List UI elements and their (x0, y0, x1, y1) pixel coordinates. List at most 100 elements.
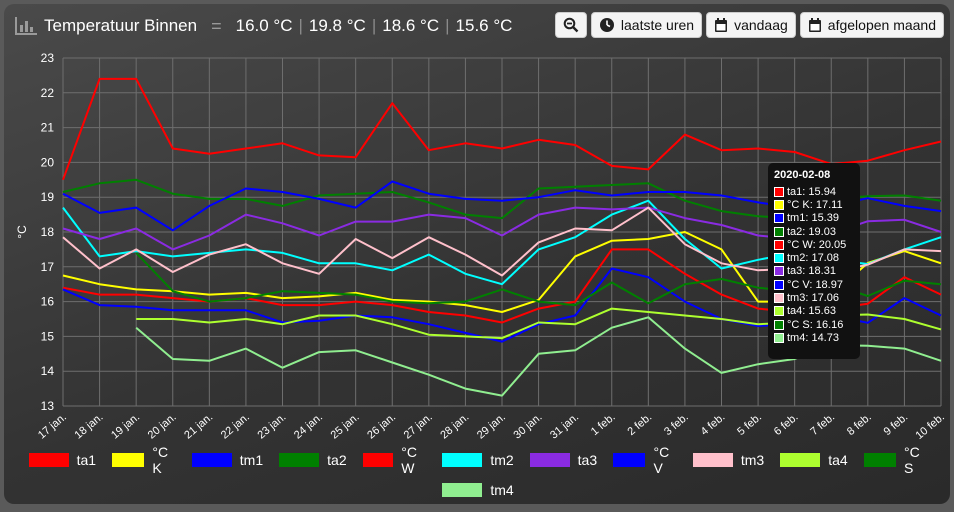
x-tick-label: 27 jan. (402, 411, 435, 441)
chart-legend: ta1 °C K tm1 ta2 °C W tm2 ta3 °C V tm3 ta4 °C S tm… (28, 444, 928, 504)
legend-label: tm1 (239, 452, 264, 468)
legend-item[interactable]: ta2 (279, 444, 347, 476)
legend-swatch (692, 453, 733, 467)
tooltip-row: tm3: 17.06 (774, 291, 854, 304)
legend-item[interactable]: °C K (112, 444, 176, 476)
tooltip-value: °C K: 17.11 (787, 198, 843, 211)
x-tick-label: 10 feb. (913, 411, 946, 442)
legend-swatch (442, 483, 483, 497)
y-tick-label: 18 (41, 225, 55, 239)
x-tick-label: 1 feb. (589, 411, 618, 438)
y-tick-label: 13 (41, 399, 55, 413)
x-tick-label: 6 feb. (772, 411, 801, 438)
legend-label: ta2 (327, 452, 347, 468)
x-tick-label: 29 jan. (475, 411, 508, 441)
legend-swatch (191, 453, 232, 467)
chart-tooltip: 2020-02-08 ta1: 15.94 °C K: 17.11 tm1: 15.… (768, 163, 860, 359)
tooltip-row: ta2: 19.03 (774, 225, 854, 238)
x-tick-label: 17 jan. (36, 411, 69, 441)
tooltip-value: ta1: 15.94 (787, 185, 836, 198)
y-tick-label: 20 (41, 155, 55, 169)
x-tick-label: 23 jan. (255, 411, 288, 441)
tooltip-row: °C K: 17.11 (774, 198, 854, 211)
x-tick-label: 18 jan. (72, 411, 105, 441)
legend-item[interactable]: tm3 (692, 444, 765, 476)
legend-row: tm4 (28, 482, 928, 498)
tooltip-swatch (774, 213, 784, 224)
tooltip-swatch (774, 253, 784, 264)
legend-item[interactable]: tm2 (442, 444, 514, 476)
tooltip-swatch (774, 332, 784, 343)
tooltip-row: °C W: 20.05 (774, 238, 854, 251)
x-tick-label: 24 jan. (292, 411, 325, 441)
legend-item[interactable]: tm1 (191, 444, 264, 476)
legend-swatch (279, 453, 320, 467)
legend-label: ta3 (577, 452, 598, 468)
tooltip-value: ta4: 15.63 (787, 305, 836, 318)
x-tick-label: 8 feb. (845, 411, 874, 438)
tooltip-value: °C S: 16.16 (787, 318, 844, 331)
legend-swatch (529, 453, 570, 467)
legend-swatch (863, 453, 896, 467)
legend-item[interactable]: ta1 (28, 444, 96, 476)
legend-swatch (613, 453, 646, 467)
x-tick-label: 22 jan. (219, 411, 252, 441)
x-tick-label: 26 jan. (365, 411, 398, 441)
legend-swatch (112, 453, 145, 467)
tooltip-swatch (774, 186, 784, 197)
legend-label: °C K (152, 444, 169, 476)
legend-item[interactable]: °C V (613, 444, 677, 476)
legend-label: ta4 (828, 452, 848, 468)
y-tick-label: 14 (41, 364, 55, 378)
tooltip-swatch (774, 319, 784, 330)
legend-item[interactable]: ta3 (529, 444, 598, 476)
y-tick-label: 19 (41, 190, 55, 204)
legend-item[interactable]: °C W (362, 444, 427, 476)
legend-item[interactable]: ta4 (780, 444, 848, 476)
legend-swatch (362, 453, 394, 467)
x-tick-label: 4 feb. (699, 411, 728, 438)
tooltip-row: tm1: 15.39 (774, 212, 854, 225)
y-tick-label: 15 (41, 329, 55, 343)
x-tick-label: 7 feb. (808, 411, 837, 438)
legend-label: °C V (653, 444, 670, 476)
legend-label: tm4 (490, 482, 514, 498)
tooltip-row: ta3: 18.31 (774, 265, 854, 278)
y-tick-label: 17 (41, 260, 55, 274)
tooltip-rows: ta1: 15.94 °C K: 17.11 tm1: 15.39 ta2: 19.0… (774, 185, 854, 345)
tooltip-row: ta1: 15.94 (774, 185, 854, 198)
tooltip-swatch (774, 279, 784, 290)
tooltip-value: tm3: 17.06 (787, 292, 839, 305)
legend-row: ta1 °C K tm1 ta2 °C W tm2 ta3 °C V tm3 ta4 °C S (28, 444, 928, 476)
legend-item[interactable]: °C S (863, 444, 928, 476)
tooltip-value: tm1: 15.39 (787, 212, 839, 225)
tooltip-row: tm4: 14.73 (774, 331, 854, 344)
x-tick-label: 30 jan. (511, 411, 544, 441)
legend-label: tm3 (740, 452, 765, 468)
tooltip-row: ta4: 15.63 (774, 305, 854, 318)
y-tick-label: 22 (41, 86, 55, 100)
tooltip-swatch (774, 199, 784, 210)
tooltip-swatch (774, 239, 784, 250)
tooltip-value: ta2: 19.03 (787, 225, 836, 238)
tooltip-swatch (774, 293, 784, 304)
x-tick-label: 21 jan. (182, 411, 215, 441)
x-tick-label: 3 feb. (662, 411, 691, 438)
tooltip-value: °C V: 18.97 (787, 278, 843, 291)
tooltip-value: tm4: 14.73 (787, 331, 839, 344)
x-tick-label: 5 feb. (735, 411, 764, 438)
y-axis-label: °C (15, 225, 29, 239)
tooltip-row: tm2: 17.08 (774, 251, 854, 264)
legend-label: °C W (401, 444, 417, 476)
tooltip-swatch (774, 306, 784, 317)
x-tick-label: 19 jan. (109, 411, 142, 441)
tooltip-value: ta3: 18.31 (787, 265, 836, 278)
legend-item[interactable]: tm4 (442, 482, 514, 498)
x-tick-label: 2 feb. (625, 411, 654, 438)
legend-swatch (28, 453, 69, 467)
y-tick-label: 16 (41, 295, 55, 309)
x-tick-label: 31 jan. (548, 411, 581, 441)
legend-label: °C S (904, 444, 920, 476)
tooltip-swatch (774, 266, 784, 277)
tooltip-row: °C S: 16.16 (774, 318, 854, 331)
